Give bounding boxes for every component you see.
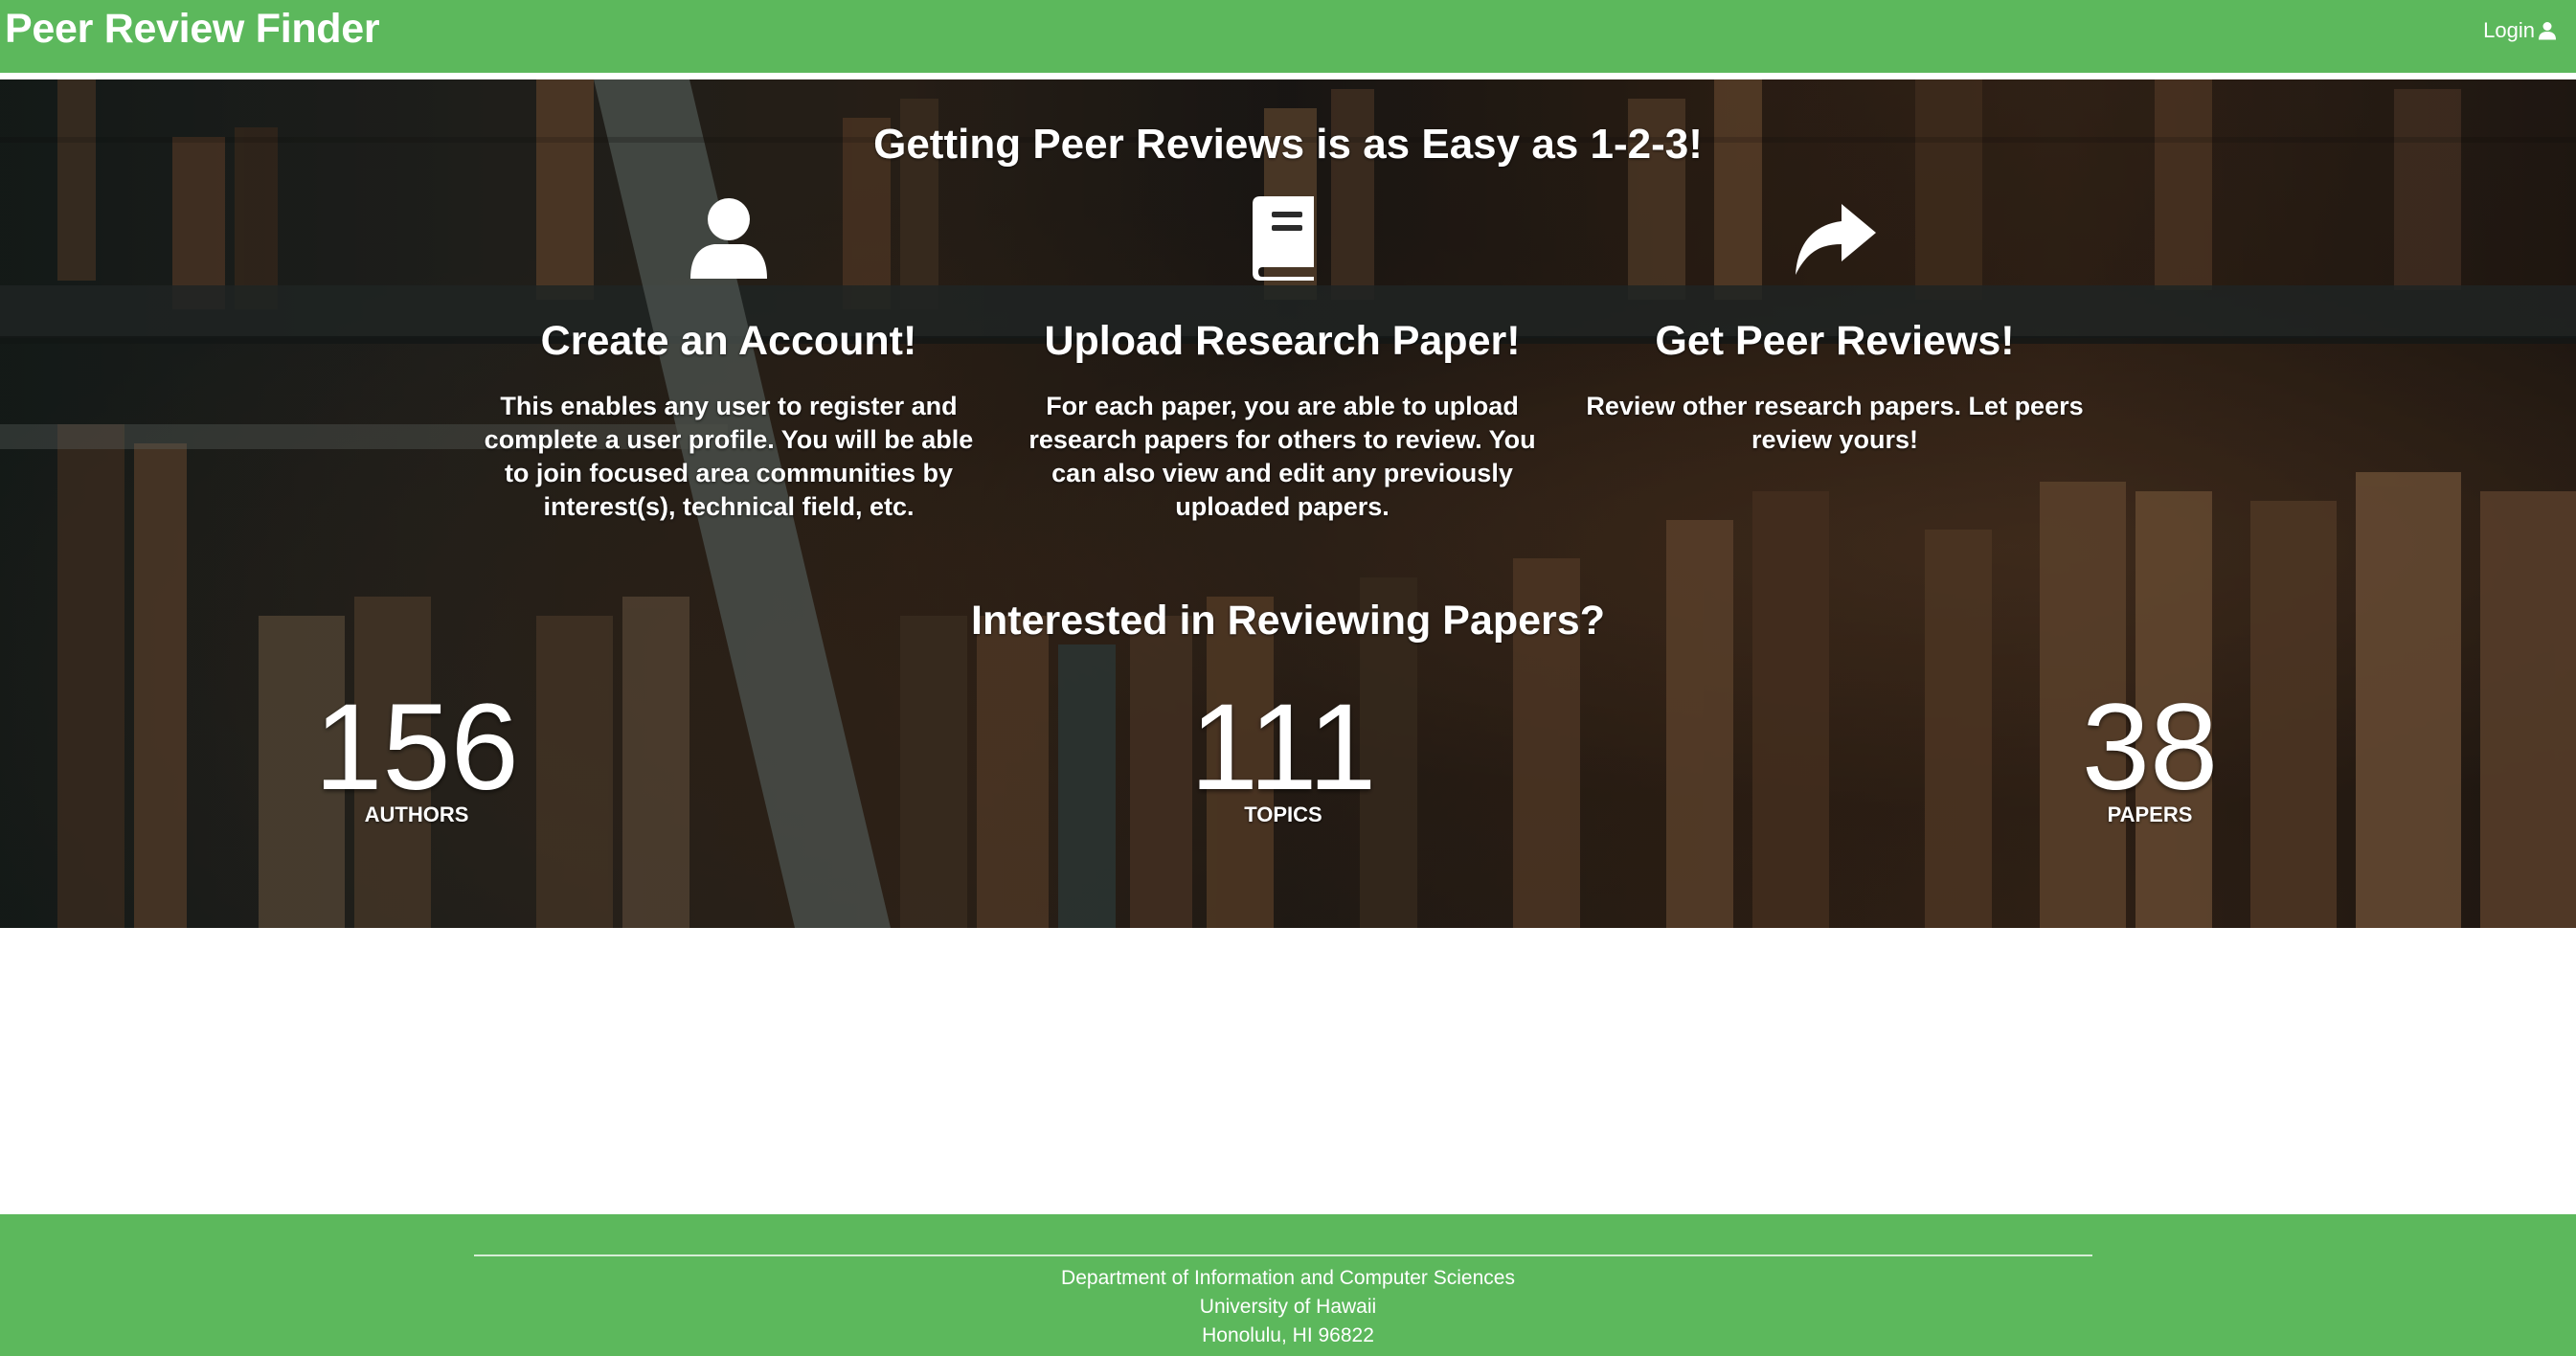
brand-title[interactable]: Peer Review Finder	[5, 2, 380, 56]
stat-value: 38	[2081, 679, 2219, 816]
footer-divider	[474, 1254, 2092, 1256]
footer-address: Department of Information and Computer S…	[0, 1264, 2576, 1350]
step-description: This enables any user to register and co…	[484, 392, 974, 521]
stat-label: PAPERS	[2107, 802, 2193, 826]
book-icon	[1253, 196, 1314, 281]
footer-university: University of Hawaii	[1199, 1296, 1377, 1318]
stat-topics: 111 TOPICS	[1092, 685, 1475, 828]
user-icon	[690, 198, 767, 279]
footer-department: Department of Information and Computer S…	[1061, 1267, 1515, 1289]
login-button[interactable]: Login	[2483, 13, 2557, 48]
footer-city: Honolulu, HI 96822	[1202, 1324, 1374, 1346]
stat-value: 156	[314, 679, 519, 816]
step-title: Create an Account!	[540, 318, 917, 364]
footer: Department of Information and Computer S…	[0, 1214, 2576, 1356]
hero-title: Getting Peer Reviews is as Easy as 1-2-3…	[873, 121, 1703, 168]
step-title: Upload Research Paper!	[1044, 318, 1521, 364]
step-title: Get Peer Reviews!	[1655, 318, 2015, 364]
stat-label: TOPICS	[1244, 802, 1322, 826]
step-description: Review other research papers. Let peers …	[1586, 392, 2084, 454]
hero-banner: Getting Peer Reviews is as Easy as 1-2-3…	[0, 79, 2576, 928]
step-create-account: Create an Account! This enables any user…	[461, 194, 997, 524]
step-description: For each paper, you are able to upload r…	[1028, 392, 1536, 521]
step-get-reviews: Get Peer Reviews! Review other research …	[1567, 194, 2103, 457]
interest-title: Interested in Reviewing Papers?	[971, 598, 1605, 644]
navbar: Peer Review Finder Login	[0, 0, 2576, 73]
user-icon	[2539, 22, 2556, 40]
login-label: Login	[2483, 18, 2535, 42]
share-arrow-icon	[1796, 204, 1876, 275]
stat-authors: 156 AUTHORS	[225, 685, 608, 828]
stat-label: AUTHORS	[364, 802, 469, 826]
stat-value: 111	[1189, 679, 1377, 816]
stat-papers: 38 PAPERS	[1958, 685, 2341, 828]
step-upload-paper: Upload Research Paper! For each paper, y…	[1014, 194, 1550, 524]
